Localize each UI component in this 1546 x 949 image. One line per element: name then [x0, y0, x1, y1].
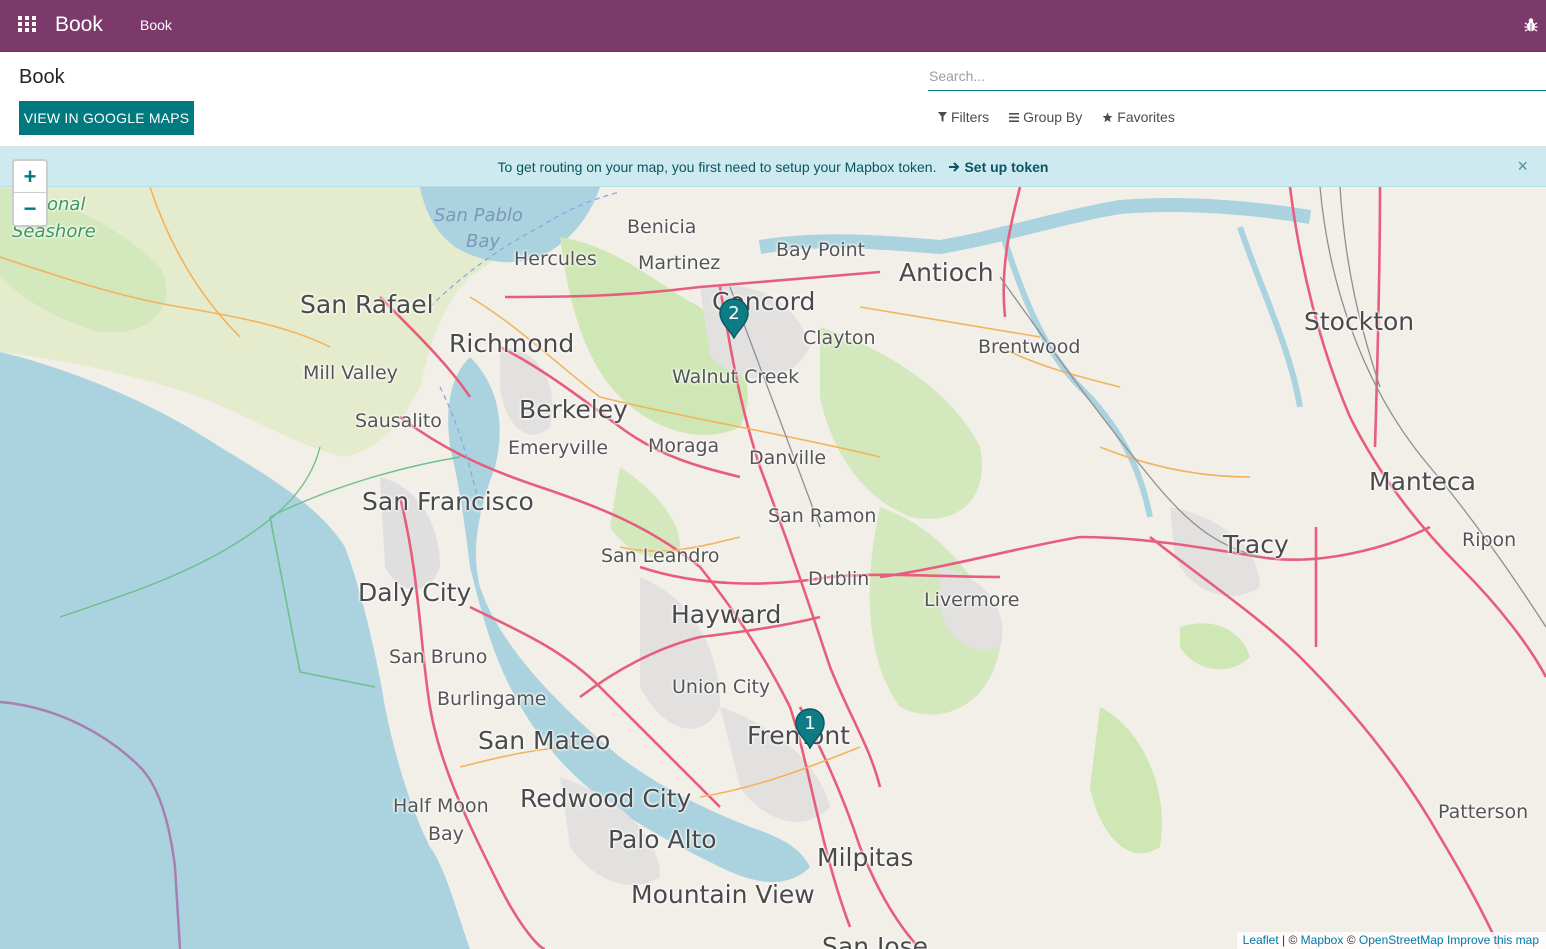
- map-marker-2[interactable]: 2: [718, 297, 750, 340]
- leaflet-link[interactable]: Leaflet: [1243, 933, 1279, 947]
- alert-message: To get routing on your map, you first ne…: [497, 158, 937, 175]
- map-label-brentwood: Brentwood: [978, 336, 1081, 358]
- group-by-label: Group By: [1023, 109, 1083, 125]
- map-label-half-moon: Half Moon: [393, 795, 489, 817]
- map-label-mountain-view: Mountain View: [631, 880, 815, 909]
- map-label-burlingame: Burlingame: [437, 688, 547, 710]
- group-by-toggle[interactable]: Group By: [1009, 109, 1082, 125]
- map-label-milpitas: Milpitas: [817, 843, 914, 872]
- zoom-control: + −: [12, 159, 48, 227]
- set-up-token-link[interactable]: Set up token: [948, 159, 1048, 175]
- map-label-hercules: Hercules: [514, 248, 597, 270]
- favorites-toggle[interactable]: Favorites: [1102, 109, 1175, 125]
- map-label-san-rafael: San Rafael: [300, 290, 434, 319]
- search-options: Filters Group By Favorites: [938, 109, 1175, 125]
- map-label-san-francisco: San Francisco: [362, 487, 534, 516]
- debug-bug-icon[interactable]: [1524, 17, 1538, 33]
- top-navbar: Book Book: [0, 0, 1546, 52]
- map-label-hayward: Hayward: [671, 600, 782, 629]
- openstreetmap-link[interactable]: OpenStreetMap: [1359, 933, 1444, 947]
- map-label-dublin: Dublin: [808, 568, 870, 590]
- close-alert-button[interactable]: ×: [1517, 157, 1528, 175]
- map-label-tracy: Tracy: [1223, 530, 1289, 559]
- mapbox-token-alert: To get routing on your map, you first ne…: [0, 147, 1546, 187]
- map-label-antioch: Antioch: [899, 258, 994, 287]
- control-panel: Book VIEW IN GOOGLE MAPS Filters Group B…: [0, 52, 1546, 147]
- map-label-benicia: Benicia: [627, 216, 697, 238]
- map-label-danville: Danville: [749, 447, 827, 469]
- map-label-redwood-city: Redwood City: [520, 784, 692, 813]
- map-label-manteca: Manteca: [1369, 467, 1476, 496]
- set-up-token-label: Set up token: [964, 158, 1049, 175]
- map-label-moraga: Moraga: [648, 435, 720, 457]
- map-label-san-ramon: San Ramon: [768, 505, 877, 527]
- attribution-separator: | ©: [1282, 933, 1298, 947]
- view-in-google-maps-button[interactable]: VIEW IN GOOGLE MAPS: [19, 101, 194, 135]
- map-label-stockton: Stockton: [1304, 307, 1415, 336]
- map-tiles[interactable]: [0, 147, 1546, 949]
- map-label-livermore: Livermore: [924, 589, 1020, 611]
- map-label-ripon: Ripon: [1462, 529, 1517, 551]
- map-label-san-pablo-bay: Bay: [466, 231, 501, 252]
- nav-menu-book[interactable]: Book: [140, 17, 172, 33]
- map-label-san-leandro: San Leandro: [601, 545, 720, 567]
- apps-grid-icon[interactable]: [18, 16, 38, 36]
- map-label-sausalito: Sausalito: [355, 410, 442, 432]
- map-attribution: Leaflet | © Mapbox © OpenStreetMap Impro…: [1236, 932, 1546, 949]
- map-label-walnut-creek: Walnut Creek: [672, 366, 800, 388]
- filters-toggle[interactable]: Filters: [938, 109, 989, 125]
- map-label-daly-city: Daly City: [358, 578, 472, 607]
- map-label-bay-point: Bay Point: [776, 239, 866, 261]
- map-label-san-jose: San Jose: [822, 932, 929, 949]
- map-label-berkeley: Berkeley: [519, 395, 628, 424]
- attribution-copy: ©: [1346, 933, 1356, 947]
- improve-map-link[interactable]: Improve this map: [1447, 933, 1539, 947]
- filters-label: Filters: [951, 109, 990, 125]
- map-label-san-bruno: San Bruno: [389, 646, 488, 668]
- filter-icon: [938, 112, 947, 122]
- map-label-clayton: Clayton: [803, 327, 876, 349]
- map-label-mill-valley: Mill Valley: [303, 362, 398, 384]
- map-label-emeryville: Emeryville: [508, 437, 609, 459]
- page-title: Book: [19, 66, 65, 88]
- map-label-san-mateo: San Mateo: [478, 726, 611, 755]
- map-label-richmond: Richmond: [449, 329, 575, 358]
- map-label-martinez: Martinez: [638, 252, 721, 274]
- zoom-out-button[interactable]: −: [14, 193, 46, 225]
- zoom-in-button[interactable]: +: [14, 161, 46, 193]
- search-input[interactable]: [928, 61, 1546, 90]
- map-label-bay: Bay: [428, 823, 464, 845]
- map-marker-1[interactable]: 1: [794, 707, 826, 750]
- bars-icon: [1009, 112, 1020, 122]
- map-label-patterson: Patterson: [1438, 801, 1529, 823]
- marker-number: 2: [728, 303, 740, 324]
- app-brand[interactable]: Book: [55, 13, 103, 37]
- arrow-right-icon: [949, 161, 960, 172]
- map-label-san-pablo: San Pablo: [434, 205, 523, 226]
- mapbox-link[interactable]: Mapbox: [1301, 933, 1344, 947]
- star-icon: [1102, 112, 1113, 122]
- map-label-national: ional: [42, 194, 86, 215]
- favorites-label: Favorites: [1117, 109, 1175, 125]
- marker-number: 1: [804, 713, 816, 734]
- map-label-palo-alto: Palo Alto: [608, 825, 717, 854]
- map-view[interactable]: San Pablo Bay ional Seashore Benicia Bay…: [0, 147, 1546, 949]
- map-label-union-city: Union City: [672, 676, 771, 698]
- search-bar: [928, 61, 1546, 91]
